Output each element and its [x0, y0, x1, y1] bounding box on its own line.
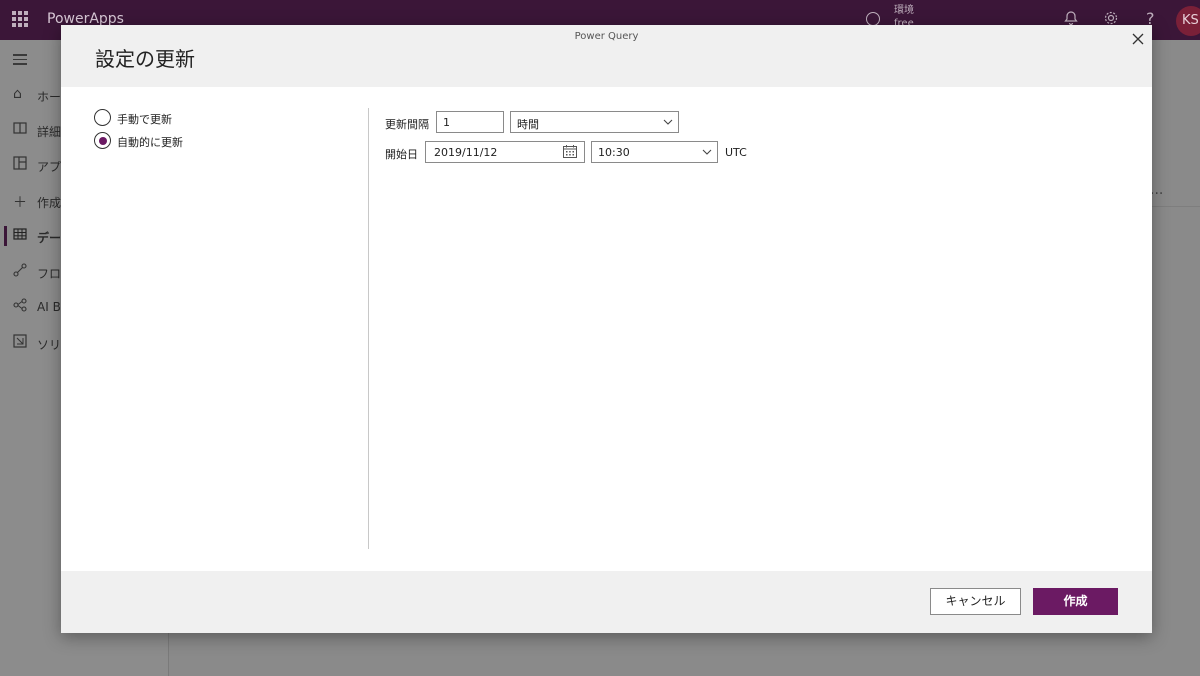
- refresh-settings-dialog: Power Query 設定の更新 手動で更新 自動的に更新 更新間隔 1 時間…: [61, 25, 1152, 633]
- vertical-divider: [368, 108, 369, 549]
- radio-button[interactable]: [94, 132, 111, 149]
- cancel-button[interactable]: キャンセル: [930, 588, 1021, 615]
- sidebar-item-label: ソリ: [37, 338, 62, 352]
- hamburger-menu-icon[interactable]: [13, 54, 27, 68]
- start-date-label: 開始日: [385, 148, 418, 161]
- book-icon: [13, 121, 27, 139]
- start-date-picker[interactable]: 2019/11/12: [425, 141, 585, 163]
- sidebar-item-label: デー: [37, 231, 62, 245]
- calendar-icon[interactable]: [563, 145, 577, 158]
- flow-icon: [13, 263, 27, 281]
- table-icon: [13, 227, 27, 245]
- interval-label: 更新間隔: [385, 118, 429, 131]
- close-button[interactable]: [1129, 31, 1147, 49]
- apps-icon: [13, 156, 27, 174]
- start-time-dropdown[interactable]: 10:30: [591, 141, 718, 163]
- globe-icon[interactable]: [866, 12, 880, 26]
- app-launcher-icon[interactable]: [12, 11, 28, 27]
- timezone-label: UTC: [725, 146, 747, 159]
- sidebar-item-label: 詳細: [37, 125, 62, 139]
- environment-label: 環境: [894, 5, 914, 16]
- chevron-down-icon: [663, 119, 673, 125]
- sidebar-item-label: アプ: [37, 160, 62, 174]
- ai-builder-icon: [13, 298, 27, 316]
- dialog-header: Power Query 設定の更新: [61, 25, 1152, 87]
- sidebar-item-label: ホー: [37, 90, 62, 104]
- radio-label: 手動で更新: [117, 113, 172, 126]
- interval-value: 1: [443, 116, 450, 129]
- interval-value-input[interactable]: 1: [436, 111, 504, 133]
- plus-icon: ＋: [13, 195, 27, 211]
- more-options-icon[interactable]: ···: [1150, 186, 1163, 202]
- avatar[interactable]: KS: [1176, 6, 1200, 36]
- interval-unit-dropdown[interactable]: 時間: [510, 111, 679, 133]
- sidebar-item-label: 作成: [37, 196, 62, 210]
- start-date-value: 2019/11/12: [434, 146, 498, 159]
- home-icon: ⌂: [13, 86, 22, 102]
- create-button[interactable]: 作成: [1033, 588, 1118, 615]
- radio-label: 自動的に更新: [117, 136, 183, 149]
- dialog-footer: キャンセル 作成: [61, 571, 1152, 633]
- sidebar-item-label: フロ: [37, 267, 62, 281]
- chevron-down-icon: [702, 149, 712, 155]
- start-time-value: 10:30: [598, 146, 630, 159]
- solutions-icon: [13, 334, 27, 352]
- dialog-title: 設定の更新: [95, 47, 195, 71]
- dialog-source-label: Power Query: [574, 31, 639, 42]
- interval-unit-value: 時間: [517, 118, 539, 131]
- close-icon: [1132, 33, 1144, 45]
- radio-button[interactable]: [94, 109, 111, 126]
